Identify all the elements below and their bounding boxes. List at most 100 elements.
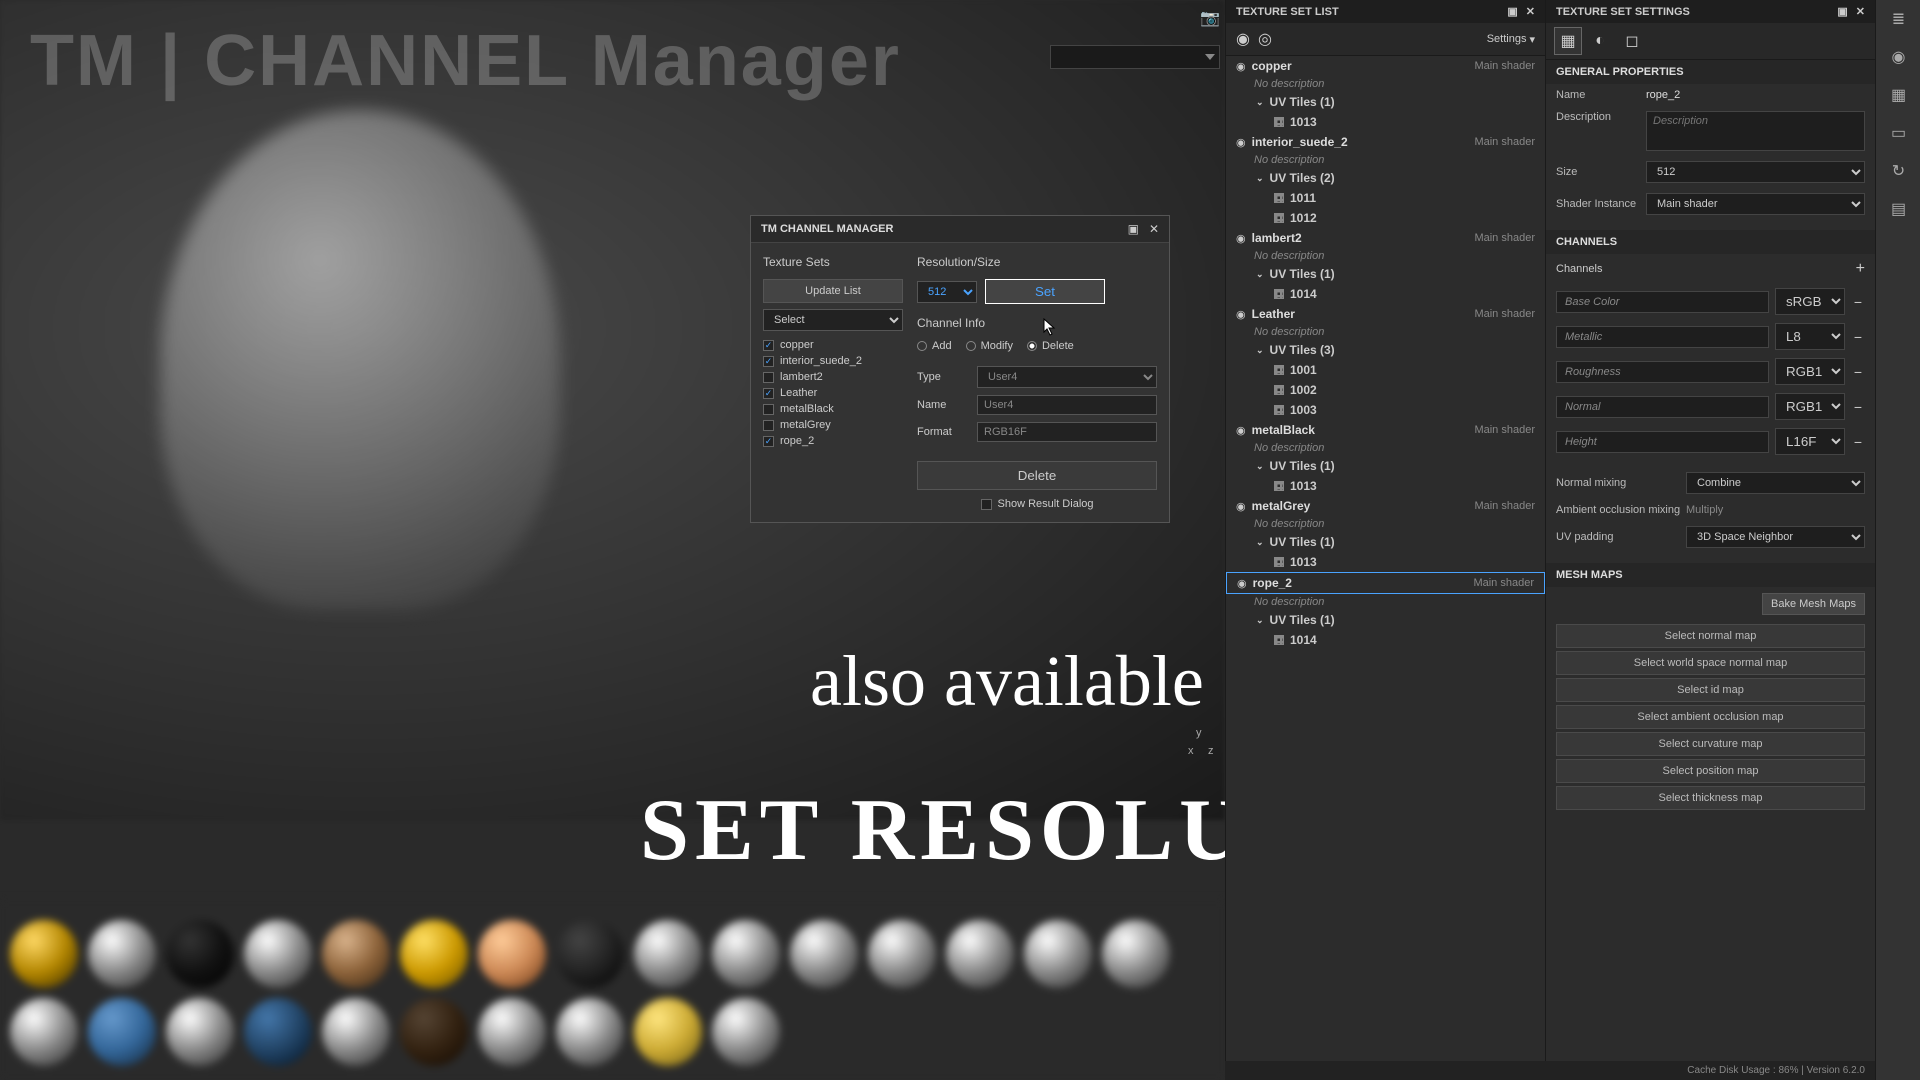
texture-set-item[interactable]: ◉metalBlackMain shader (1226, 420, 1545, 440)
texture-set-checkbox[interactable]: metalBlack (763, 401, 903, 417)
material-thumbnail[interactable] (400, 920, 468, 988)
resolution-dropdown[interactable]: 512 (917, 281, 977, 303)
close-icon[interactable]: ✕ (1526, 5, 1535, 18)
mesh-map-slot[interactable]: Select normal map (1556, 624, 1865, 648)
update-list-button[interactable]: Update List (763, 279, 903, 303)
dialog-titlebar[interactable]: TM CHANNEL MANAGER ▣ ✕ (751, 216, 1169, 243)
dock-icon[interactable]: ▣ (1837, 5, 1847, 18)
settings-dropdown[interactable]: Settings▾ (1487, 33, 1535, 46)
remove-channel-icon[interactable]: − (1851, 399, 1865, 415)
tab-shader[interactable]: ◐ (1586, 27, 1614, 55)
shelf-icon[interactable]: ▤ (1876, 190, 1920, 228)
uv-tiles-group[interactable]: ⌄UV Tiles (1) (1226, 456, 1545, 476)
material-thumbnail[interactable] (166, 998, 234, 1066)
mesh-map-slot[interactable]: Select thickness map (1556, 786, 1865, 810)
material-thumbnail[interactable] (946, 920, 1014, 988)
dock-icon[interactable]: ▣ (1507, 5, 1517, 18)
select-dropdown[interactable]: Select (763, 309, 903, 331)
texture-set-checkbox[interactable]: Leather (763, 385, 903, 401)
material-thumbnail[interactable] (244, 998, 312, 1066)
texture-set-checkbox[interactable]: metalGrey (763, 417, 903, 433)
texture-set-item[interactable]: ◉metalGreyMain shader (1226, 496, 1545, 516)
remove-channel-icon[interactable]: − (1851, 294, 1865, 310)
material-thumbnail[interactable] (556, 920, 624, 988)
mesh-map-slot[interactable]: Select ambient occlusion map (1556, 705, 1865, 729)
modify-radio[interactable]: Modify (966, 340, 1013, 352)
mesh-map-slot[interactable]: Select position map (1556, 759, 1865, 783)
camera-icon[interactable]: 📷 (1200, 8, 1220, 28)
material-thumbnail[interactable] (10, 920, 78, 988)
uv-tiles-group[interactable]: ⌄UV Tiles (1) (1226, 610, 1545, 630)
material-thumbnail[interactable] (556, 998, 624, 1066)
delete-radio[interactable]: Delete (1027, 340, 1074, 352)
material-thumbnail[interactable] (790, 920, 858, 988)
material-thumbnail[interactable] (400, 998, 468, 1066)
history-icon[interactable]: ↻ (1876, 152, 1920, 190)
texture-set-checkbox[interactable]: rope_2 (763, 433, 903, 449)
dialog-dock-icon[interactable]: ▣ (1128, 222, 1139, 236)
uv-tile[interactable]: 1011 (1226, 188, 1545, 208)
uv-tiles-group[interactable]: ⌄UV Tiles (1) (1226, 264, 1545, 284)
material-thumbnail[interactable] (634, 998, 702, 1066)
remove-channel-icon[interactable]: − (1851, 434, 1865, 450)
remove-channel-icon[interactable]: − (1851, 329, 1865, 345)
material-thumbnail[interactable] (322, 920, 390, 988)
mesh-map-slot[interactable]: Select curvature map (1556, 732, 1865, 756)
uv-tile[interactable]: 1001 (1226, 360, 1545, 380)
uv-tiles-group[interactable]: ⌄UV Tiles (3) (1226, 340, 1545, 360)
channel-format-dropdown[interactable]: RGB16F (1775, 358, 1845, 385)
texture-set-checkbox[interactable]: copper (763, 337, 903, 353)
uv-tiles-group[interactable]: ⌄UV Tiles (1) (1226, 532, 1545, 552)
material-thumbnail[interactable] (322, 998, 390, 1066)
material-thumbnail[interactable] (478, 920, 546, 988)
uv-padding-dropdown[interactable]: 3D Space Neighbor (1686, 526, 1865, 548)
tab-properties[interactable]: ▦ (1554, 27, 1582, 55)
material-thumbnail[interactable] (1024, 920, 1092, 988)
texture-set-checkbox[interactable]: interior_suede_2 (763, 353, 903, 369)
uv-tile[interactable]: 1012 (1226, 208, 1545, 228)
name-input[interactable] (977, 395, 1157, 415)
channel-name[interactable]: Base Color (1556, 291, 1769, 313)
channel-format-dropdown[interactable]: L8 (1775, 323, 1845, 350)
tab-mesh[interactable]: ◻ (1618, 27, 1646, 55)
desc-input[interactable] (1646, 111, 1865, 151)
show-result-checkbox[interactable]: Show Result Dialog (917, 498, 1157, 510)
uv-tile[interactable]: 1003 (1226, 400, 1545, 420)
uv-tile[interactable]: 1014 (1226, 284, 1545, 304)
normal-mixing-dropdown[interactable]: Combine (1686, 472, 1865, 494)
channel-name[interactable]: Normal (1556, 396, 1769, 418)
dialog-close-icon[interactable]: ✕ (1149, 222, 1159, 236)
material-thumbnail[interactable] (244, 920, 312, 988)
brush-icon[interactable]: ◉ (1876, 38, 1920, 76)
set-button[interactable]: Set (985, 279, 1105, 304)
visibility-all-icon[interactable]: ◉ (1236, 29, 1250, 49)
channel-format-dropdown[interactable]: RGB16F (1775, 393, 1845, 420)
uv-tile[interactable]: 1002 (1226, 380, 1545, 400)
channel-name[interactable]: Height (1556, 431, 1769, 453)
uv-tiles-group[interactable]: ⌄UV Tiles (1) (1226, 92, 1545, 112)
bake-mesh-maps-button[interactable]: Bake Mesh Maps (1762, 593, 1865, 615)
shader-dropdown[interactable]: Main shader (1646, 193, 1865, 215)
channel-name[interactable]: Roughness (1556, 361, 1769, 383)
mesh-map-slot[interactable]: Select world space normal map (1556, 651, 1865, 675)
delete-button[interactable]: Delete (917, 461, 1157, 490)
material-thumbnail[interactable] (88, 920, 156, 988)
uv-tile[interactable]: 1013 (1226, 552, 1545, 572)
texture-set-item[interactable]: ◉rope_2Main shader (1226, 572, 1545, 594)
material-thumbnail[interactable] (166, 920, 234, 988)
properties-icon[interactable]: ▦ (1876, 76, 1920, 114)
texture-set-item[interactable]: ◉lambert2Main shader (1226, 228, 1545, 248)
add-radio[interactable]: Add (917, 340, 952, 352)
channel-format-dropdown[interactable]: L16F (1775, 428, 1845, 455)
format-input[interactable] (977, 422, 1157, 442)
material-thumbnail[interactable] (10, 998, 78, 1066)
channel-name[interactable]: Metallic (1556, 326, 1769, 348)
texture-set-checkbox[interactable]: lambert2 (763, 369, 903, 385)
mesh-map-slot[interactable]: Select id map (1556, 678, 1865, 702)
material-thumbnail[interactable] (88, 998, 156, 1066)
display-icon[interactable]: ▭ (1876, 114, 1920, 152)
remove-channel-icon[interactable]: − (1851, 364, 1865, 380)
texture-set-item[interactable]: ◉copperMain shader (1226, 56, 1545, 76)
visibility-solo-icon[interactable]: ◎ (1258, 29, 1272, 49)
layers-icon[interactable]: ≣ (1876, 0, 1920, 38)
